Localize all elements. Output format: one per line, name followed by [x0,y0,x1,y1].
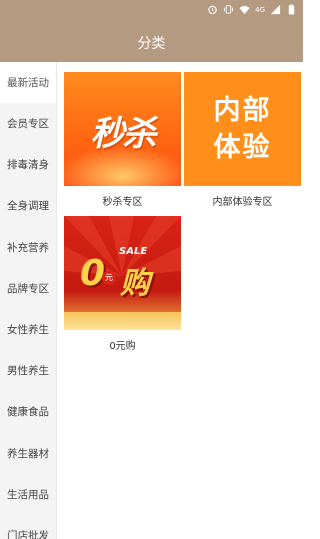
alarm-icon [207,4,218,15]
sidebar-item-detox[interactable]: 排毒清身 [0,144,56,185]
status-bar: 4G [0,0,303,22]
card-internal-experience[interactable]: 内部 体验 内部体验专区 [184,72,301,208]
gou-label: 购 [120,266,150,301]
signal-4g-label: 4G [255,5,265,14]
internal-experience-banner-image[interactable]: 内部 体验 [184,72,301,186]
sidebar-item-store-wholesale[interactable]: 门店批发 [0,515,56,539]
card-seckill[interactable]: 秒杀 秒杀专区 [64,72,181,208]
sidebar-item-health-food[interactable]: 健康食品 [0,391,56,432]
yuan-badge: 元 [102,271,116,285]
page-title: 分类 [137,36,166,52]
podium-base [64,312,181,330]
internal-experience-banner-text: 内部 体验 [184,92,301,166]
sidebar-item-daily-goods[interactable]: 生活用品 [0,474,56,515]
vibrate-icon [223,4,234,15]
sidebar-item-women-health[interactable]: 女性养生 [0,309,56,350]
wifi-icon [239,4,250,15]
sidebar-item-member-zone[interactable]: 会员专区 [0,103,56,144]
category-sidebar[interactable]: 最新活动 会员专区 排毒清身 全身调理 补充营养 品牌专区 女性养生 男性养生 … [0,62,57,539]
card-caption[interactable]: 内部体验专区 [184,193,301,208]
zero-yuan-banner-image[interactable]: SALE 0 元 购 [64,216,181,330]
app-header: 分类 [0,22,303,62]
status-icons: 4G [207,4,297,15]
sidebar-item-full-body-care[interactable]: 全身调理 [0,185,56,226]
banner-text-line1: 内部 [213,95,272,126]
sidebar-item-brand-zone[interactable]: 品牌专区 [0,268,56,309]
banner-text-line2: 体验 [213,132,272,163]
zero-label: 0 [80,253,106,294]
sidebar-item-health-equipment[interactable]: 养生器材 [0,433,56,474]
seckill-banner-text: 秒杀 [90,114,157,154]
sidebar-item-nutrition[interactable]: 补充营养 [0,227,56,268]
card-caption[interactable]: 0元购 [64,337,181,352]
battery-icon [286,4,297,15]
sale-label: SALE [119,246,148,257]
category-content: 秒杀 秒杀专区 内部 体验 内部体验专区 SALE 0 元 购 0元购 [57,62,303,539]
seckill-banner-image[interactable]: 秒杀 [64,72,181,186]
sidebar-item-latest-activity[interactable]: 最新活动 [0,62,56,103]
sidebar-item-men-health[interactable]: 男性养生 [0,350,56,391]
signal-icon [270,4,281,15]
card-caption[interactable]: 秒杀专区 [64,193,181,208]
card-zero-yuan-purchase[interactable]: SALE 0 元 购 0元购 [64,216,181,352]
